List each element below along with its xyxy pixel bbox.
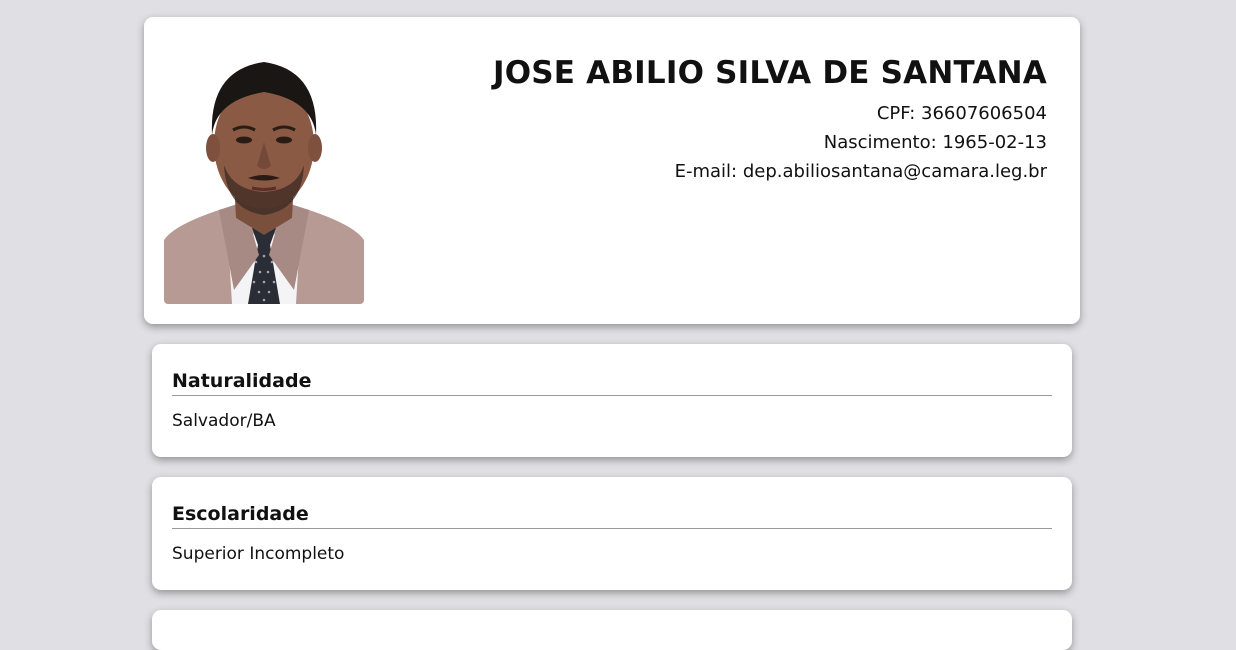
birth-line: Nascimento: 1965-02-13 (493, 128, 1047, 157)
profile-photo (164, 40, 364, 304)
next-card (152, 610, 1072, 650)
cpf-label: CPF: (876, 103, 916, 124)
birth-label: Nascimento: (823, 132, 937, 153)
email-line: E-mail: dep.abiliosantana@camara.leg.br (493, 157, 1047, 186)
escolaridade-card: Escolaridade Superior Incompleto (152, 477, 1072, 590)
deputy-name: JOSE ABILIO SILVA DE SANTANA (492, 55, 1047, 91)
birth-value: 1965-02-13 (942, 132, 1047, 153)
email-label: E-mail: (674, 161, 738, 182)
profile-card: JOSE ABILIO SILVA DE SANTANA CPF: 366076… (144, 17, 1080, 324)
naturalidade-card: Naturalidade Salvador/BA (152, 344, 1072, 457)
card-value: Salvador/BA (172, 411, 276, 431)
card-value: Superior Incompleto (172, 544, 345, 564)
cpf-value: 36607606504 (921, 103, 1047, 124)
email-value: dep.abiliosantana@camara.leg.br (742, 161, 1047, 182)
profile-identity: JOSE ABILIO SILVA DE SANTANA CPF: 366076… (493, 53, 1047, 186)
card-title: Naturalidade (172, 368, 1052, 396)
card-title: Escolaridade (172, 501, 1052, 529)
cpf-line: CPF: 36607606504 (493, 99, 1047, 128)
